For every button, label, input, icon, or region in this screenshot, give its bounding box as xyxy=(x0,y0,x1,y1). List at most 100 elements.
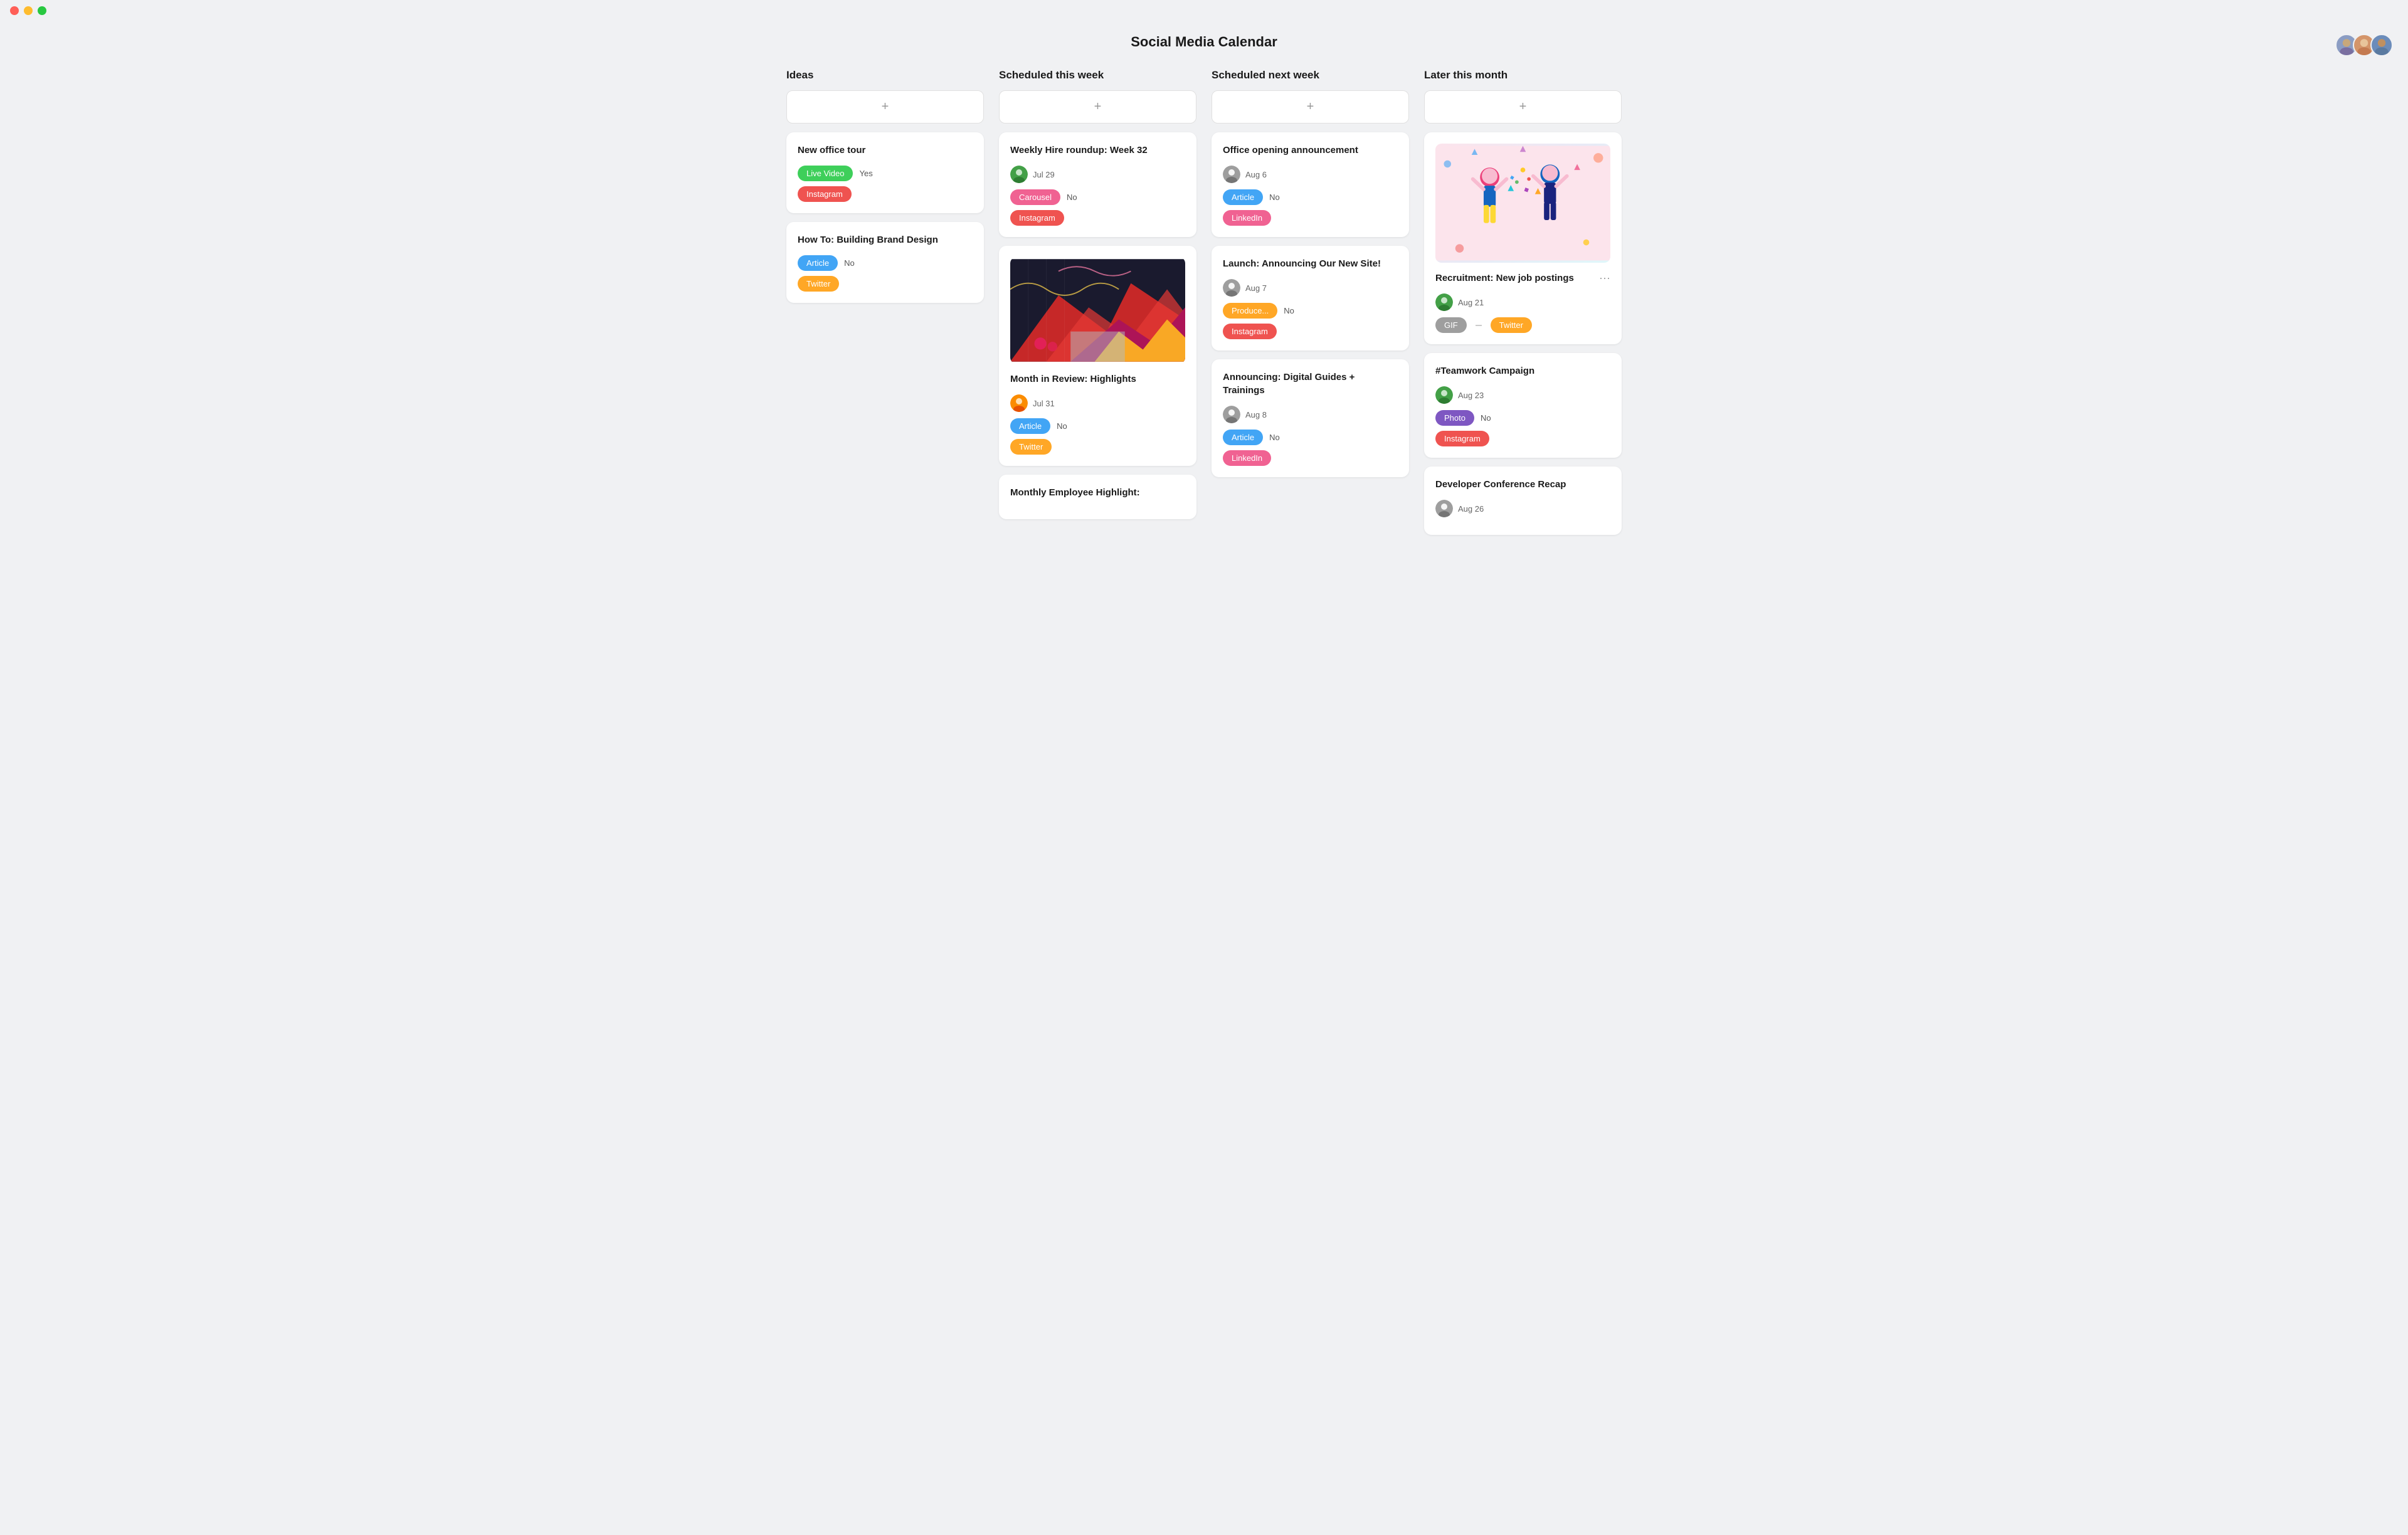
tag-article[interactable]: Article xyxy=(798,255,838,271)
tag-instagram[interactable]: Instagram xyxy=(1223,324,1277,339)
card-title-row: Recruitment: New job postings ··· xyxy=(1435,272,1610,293)
card-title: Monthly Employee Highlight: xyxy=(1010,486,1185,499)
card-title: Month in Review: Highlights xyxy=(1010,372,1185,386)
card-meta: Aug 21 xyxy=(1435,293,1610,311)
card-title: Office opening announcement xyxy=(1223,144,1398,157)
card-avatar xyxy=(1435,293,1453,311)
tag-instagram[interactable]: Instagram xyxy=(1435,431,1489,446)
card-value: No xyxy=(1481,413,1491,423)
traffic-lights xyxy=(10,6,46,15)
tag-divider xyxy=(1476,325,1482,326)
tag-produce[interactable]: Produce... xyxy=(1223,303,1277,319)
card-image xyxy=(1010,257,1185,364)
board: Ideas + New office tour Live Video Yes I… xyxy=(771,69,1637,559)
add-card-next-week-button[interactable]: + xyxy=(1212,90,1409,124)
card-value: No xyxy=(1269,433,1280,442)
card-avatar xyxy=(1010,166,1028,183)
card-illustration xyxy=(1435,144,1610,263)
add-card-later-button[interactable]: + xyxy=(1424,90,1622,124)
tag-gif[interactable]: GIF xyxy=(1435,317,1467,333)
card-meta: Aug 6 xyxy=(1223,166,1398,183)
card-avatar xyxy=(1223,166,1240,183)
column-ideas-header: Ideas xyxy=(786,69,984,82)
tag-instagram[interactable]: Instagram xyxy=(798,186,852,202)
add-card-ideas-button[interactable]: + xyxy=(786,90,984,124)
card-digital-guides: Announcing: Digital Guides + Trainings A… xyxy=(1212,359,1409,477)
card-tags: GIF Twitter xyxy=(1435,317,1610,333)
card-weekly-hire: Weekly Hire roundup: Week 32 Jul 29 Caro… xyxy=(999,132,1196,237)
card-title: Launch: Announcing Our New Site! xyxy=(1223,257,1398,270)
card-dev-conference: Developer Conference Recap Aug 26 xyxy=(1424,467,1622,535)
tag-live-video[interactable]: Live Video xyxy=(798,166,853,181)
card-title: Developer Conference Recap xyxy=(1435,478,1610,491)
card-value: No xyxy=(1057,421,1067,431)
card-date: Aug 6 xyxy=(1245,170,1267,179)
column-scheduled-next-week-header: Scheduled next week xyxy=(1212,69,1409,82)
card-meta: Jul 29 xyxy=(1010,166,1185,183)
card-tags: Live Video Yes xyxy=(798,166,973,181)
column-ideas: Ideas + New office tour Live Video Yes I… xyxy=(786,69,984,544)
card-title: #Teamwork Campaign xyxy=(1435,364,1610,377)
card-value: No xyxy=(1067,193,1077,202)
fullscreen-button[interactable] xyxy=(38,6,46,15)
card-tags: Article No xyxy=(798,255,973,271)
card-tags: Carousel No xyxy=(1010,189,1185,205)
card-new-office-tour: New office tour Live Video Yes Instagram xyxy=(786,132,984,213)
card-avatar xyxy=(1223,279,1240,297)
card-date: Aug 8 xyxy=(1245,410,1267,419)
card-tags: Produce... No xyxy=(1223,303,1398,319)
tag-linkedin[interactable]: LinkedIn xyxy=(1223,210,1271,226)
card-date: Aug 23 xyxy=(1458,391,1484,400)
tag-article[interactable]: Article xyxy=(1010,418,1050,434)
tag-carousel[interactable]: Carousel xyxy=(1010,189,1060,205)
card-value: No xyxy=(1269,193,1280,202)
card-avatar xyxy=(1010,394,1028,412)
collaborators-avatars xyxy=(2335,34,2393,56)
card-monthly-employee: Monthly Employee Highlight: xyxy=(999,475,1196,519)
card-date: Jul 29 xyxy=(1033,170,1055,179)
tag-instagram[interactable]: Instagram xyxy=(1010,210,1064,226)
titlebar xyxy=(0,0,2408,21)
card-brand-design: How To: Building Brand Design Article No… xyxy=(786,222,984,303)
tag-linkedin[interactable]: LinkedIn xyxy=(1223,450,1271,466)
card-avatar xyxy=(1435,386,1453,404)
column-scheduled-next-week: Scheduled next week + Office opening ann… xyxy=(1212,69,1409,544)
card-tags: Photo No xyxy=(1435,410,1610,426)
card-office-opening: Office opening announcement Aug 6 Articl… xyxy=(1212,132,1409,237)
card-title: Weekly Hire roundup: Week 32 xyxy=(1010,144,1185,157)
card-tags: Article No xyxy=(1010,418,1185,434)
page-title: Social Media Calendar xyxy=(0,34,2408,50)
tag-article[interactable]: Article xyxy=(1223,189,1263,205)
card-recruitment: Recruitment: New job postings ··· Aug 21… xyxy=(1424,132,1622,344)
card-meta: Aug 26 xyxy=(1435,500,1610,517)
card-avatar xyxy=(1223,406,1240,423)
header: Social Media Calendar xyxy=(0,21,2408,69)
card-date: Aug 7 xyxy=(1245,283,1267,293)
tag-twitter[interactable]: Twitter xyxy=(1491,317,1532,333)
column-later-this-month-header: Later this month xyxy=(1424,69,1622,82)
minimize-button[interactable] xyxy=(24,6,33,15)
card-title: Recruitment: New job postings xyxy=(1435,272,1574,285)
card-tags: Article No xyxy=(1223,430,1398,445)
card-value-no: No xyxy=(844,258,855,268)
card-date: Aug 21 xyxy=(1458,298,1484,307)
tag-photo[interactable]: Photo xyxy=(1435,410,1474,426)
add-card-this-week-button[interactable]: + xyxy=(999,90,1196,124)
card-meta: Aug 8 xyxy=(1223,406,1398,423)
tag-twitter[interactable]: Twitter xyxy=(1010,439,1052,455)
card-meta: Jul 31 xyxy=(1010,394,1185,412)
avatar-user-3[interactable] xyxy=(2370,34,2393,56)
card-value-yes: Yes xyxy=(859,169,872,178)
column-later-this-month: Later this month + xyxy=(1424,69,1622,544)
tag-twitter[interactable]: Twitter xyxy=(798,276,839,292)
tag-article[interactable]: Article xyxy=(1223,430,1263,445)
card-title: How To: Building Brand Design xyxy=(798,233,973,246)
card-launch-site: Launch: Announcing Our New Site! Aug 7 P… xyxy=(1212,246,1409,351)
card-menu-button[interactable]: ··· xyxy=(1599,272,1610,285)
card-meta: Aug 7 xyxy=(1223,279,1398,297)
close-button[interactable] xyxy=(10,6,19,15)
card-tags: Article No xyxy=(1223,189,1398,205)
card-date: Aug 26 xyxy=(1458,504,1484,514)
card-teamwork: #Teamwork Campaign Aug 23 Photo No Insta… xyxy=(1424,353,1622,458)
card-month-review: Month in Review: Highlights Jul 31 Artic… xyxy=(999,246,1196,466)
